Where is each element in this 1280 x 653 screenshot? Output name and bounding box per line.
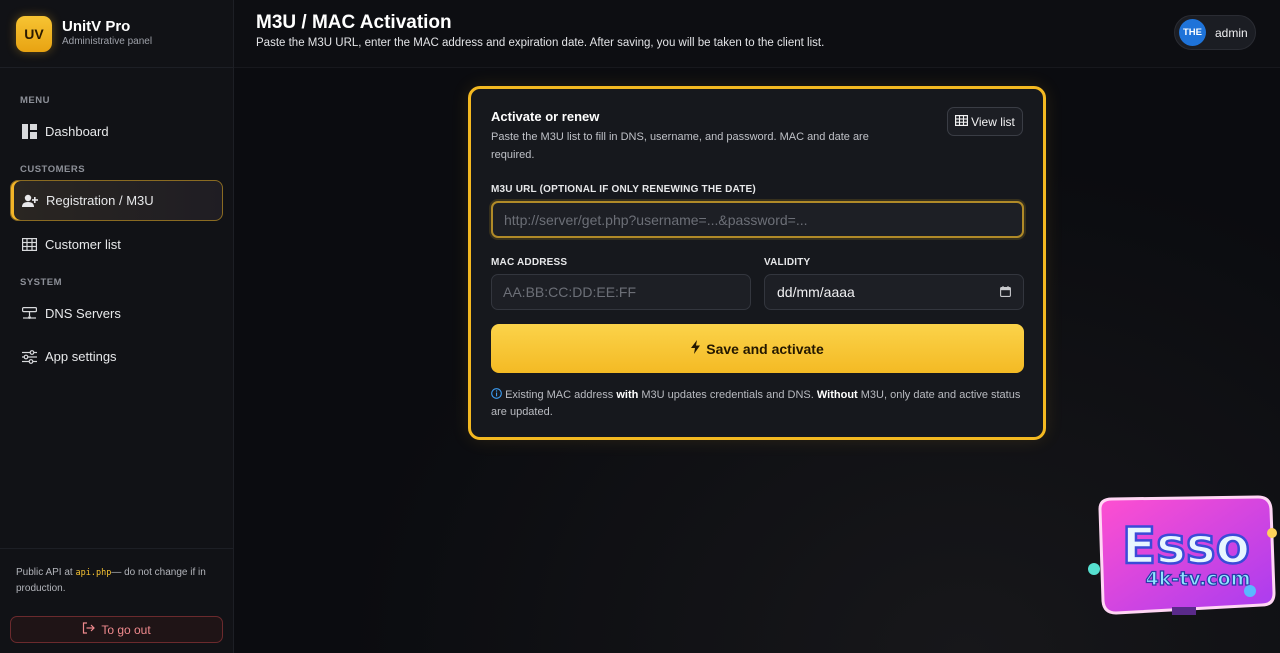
sliders-icon — [21, 349, 37, 365]
brand-logo: UV — [16, 15, 52, 52]
brand-subtitle: Administrative panel — [62, 36, 153, 47]
watermark-text-main: Esso — [1122, 517, 1250, 575]
sidebar-item-label: DNS Servers — [45, 306, 121, 321]
sidebar-item-app-settings[interactable]: App settings — [10, 336, 223, 377]
validity-label: VALIDITY — [764, 257, 811, 268]
avatar: THE — [1179, 19, 1206, 46]
mac-address-input[interactable] — [491, 274, 751, 310]
card-title: Activate or renew — [491, 109, 600, 124]
section-label-system: SYSTEM — [20, 277, 63, 288]
dns-server-icon — [21, 306, 37, 322]
lightning-icon — [691, 340, 701, 357]
dashboard-icon — [21, 124, 37, 140]
validity-date-input[interactable]: dd/mm/aaaa — [764, 274, 1024, 310]
watermark-logo: Esso 4k-tv.com — [1086, 495, 1280, 625]
table-icon — [21, 237, 37, 253]
save-activate-button[interactable]: Save and activate — [491, 324, 1024, 373]
info-icon — [491, 388, 505, 401]
logout-button[interactable]: To go out — [10, 616, 223, 643]
sidebar-item-dashboard[interactable]: Dashboard — [10, 111, 223, 152]
info-note: Existing MAC address with M3U updates cr… — [491, 388, 1021, 418]
brand: UV UnitV Pro Administrative panel — [0, 0, 233, 68]
sidebar-item-label: App settings — [45, 349, 117, 364]
logout-icon — [82, 622, 96, 637]
page-subtitle: Paste the M3U URL, enter the MAC address… — [256, 37, 825, 49]
api-footnote: Public API at api.php— do not change if … — [0, 548, 233, 596]
sidebar-item-customer-list[interactable]: Customer list — [10, 224, 223, 265]
sidebar-item-registration[interactable]: Registration / M3U — [10, 180, 223, 221]
sidebar-item-label: Customer list — [45, 237, 121, 252]
mac-address-label: MAC ADDRESS — [491, 257, 568, 268]
sidebar-item-dns-servers[interactable]: DNS Servers — [10, 293, 223, 334]
section-label-menu: MENU — [20, 95, 50, 106]
sidebar: UV UnitV Pro Administrative panel MENU D… — [0, 0, 234, 653]
view-list-label: View list — [971, 114, 1015, 129]
sidebar-item-label: Dashboard — [45, 124, 109, 139]
view-list-button[interactable]: View list — [947, 107, 1023, 136]
api-file: api.php — [75, 568, 112, 578]
save-activate-label: Save and activate — [706, 340, 824, 357]
brand-title: UnitV Pro — [62, 18, 131, 35]
validity-value: dd/mm/aaaa — [777, 284, 855, 300]
activation-card: Activate or renew Paste the M3U list to … — [468, 86, 1046, 440]
m3u-url-label: M3U URL (OPTIONAL IF ONLY RENEWING THE D… — [491, 184, 756, 195]
watermark-text-domain: 4k-tv.com — [1146, 568, 1251, 590]
logout-label: To go out — [101, 622, 151, 637]
m3u-url-input[interactable] — [491, 201, 1024, 238]
calendar-icon[interactable] — [1000, 284, 1011, 300]
user-menu[interactable]: THE admin — [1174, 15, 1256, 50]
sidebar-item-label: Registration / M3U — [46, 193, 154, 208]
add-user-icon — [22, 193, 38, 209]
card-description: Paste the M3U list to fill in DNS, usern… — [491, 131, 869, 161]
user-name: admin — [1215, 25, 1248, 40]
section-label-customers: CUSTOMERS — [20, 164, 86, 175]
page-title: M3U / MAC Activation — [256, 12, 452, 33]
table-icon — [955, 114, 969, 129]
page-header: M3U / MAC Activation Paste the M3U URL, … — [234, 0, 1280, 68]
